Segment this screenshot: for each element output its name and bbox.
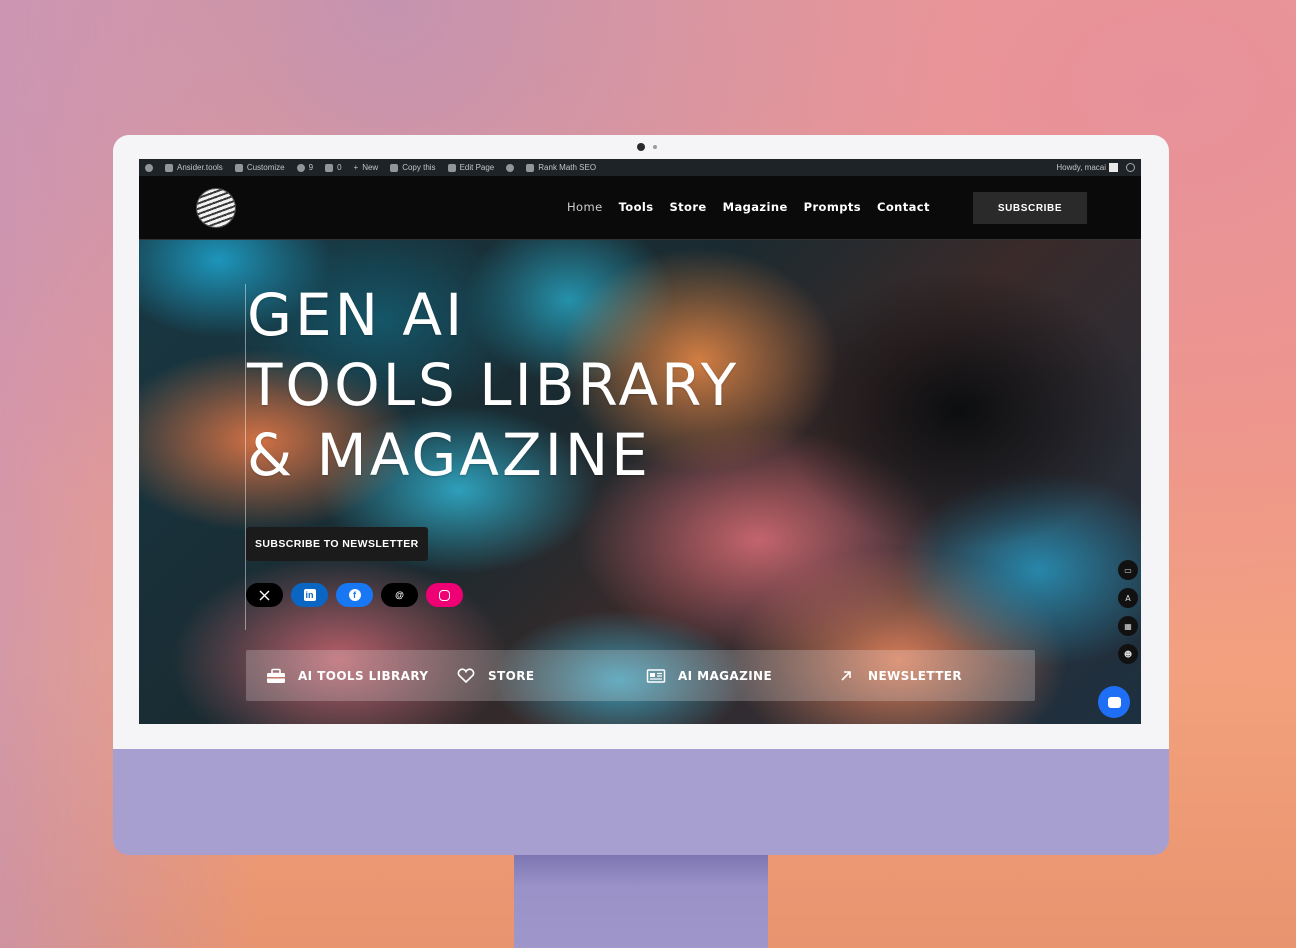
customize-label: Customize	[246, 163, 285, 172]
facebook-icon: f	[348, 589, 361, 601]
edit-page-label: Edit Page	[459, 163, 495, 172]
social-links: in f @	[246, 583, 463, 607]
new-content-link[interactable]: + New	[348, 159, 385, 176]
copy-label: Copy this	[402, 163, 436, 172]
dashboard-icon	[165, 163, 173, 172]
linkedin-icon: in	[303, 589, 316, 601]
instagram-link[interactable]	[426, 583, 463, 607]
search-icon[interactable]	[1126, 163, 1135, 172]
nav-prompts[interactable]: Prompts	[804, 200, 861, 214]
hero-title-line-2: TOOLS LIBRARY	[247, 351, 740, 419]
updates-link[interactable]: 9	[291, 159, 319, 176]
rankmath-link[interactable]: Rank Math SEO	[520, 159, 602, 176]
book-icon[interactable]: ▭	[1118, 560, 1138, 580]
copy-icon	[390, 163, 399, 172]
chat-icon	[1107, 696, 1121, 708]
subscribe-button[interactable]: SUBSCRIBE	[973, 192, 1087, 224]
translate-icon[interactable]: A	[1118, 588, 1138, 608]
facebook-link[interactable]: f	[336, 583, 373, 607]
copy-link[interactable]: Copy this	[384, 159, 441, 176]
customize-link[interactable]: Customize	[229, 159, 291, 176]
toolbox-icon	[266, 668, 286, 684]
signal-icon	[506, 163, 515, 172]
instagram-icon	[439, 589, 450, 601]
site-name-link[interactable]: Ansider.tools	[159, 159, 229, 176]
hero-title-line-3: & MAGAZINE	[247, 421, 651, 489]
monitor-chin	[113, 749, 1169, 855]
nav-magazine[interactable]: Magazine	[723, 200, 788, 214]
quick-link-store[interactable]: STORE	[436, 667, 626, 684]
nav-home[interactable]: Home	[567, 200, 603, 214]
quick-link-newsletter[interactable]: NEWSLETTER	[816, 668, 1006, 684]
site-header: Home Tools Store Magazine Prompts Contac…	[139, 176, 1141, 240]
monitor-bezel: Ansider.tools Customize 9 0 + New Copy th…	[113, 135, 1169, 749]
pencil-icon	[447, 163, 456, 172]
quick-link-magazine-label: AI MAGAZINE	[678, 668, 773, 683]
chat-button[interactable]	[1098, 686, 1130, 718]
threads-link[interactable]: @	[381, 583, 418, 607]
updates-icon	[296, 163, 305, 172]
hero-title-line-1: GEN AI	[247, 281, 466, 349]
avatar[interactable]	[1109, 163, 1118, 172]
heart-icon	[456, 667, 476, 684]
quick-link-magazine[interactable]: AI MAGAZINE	[626, 668, 816, 684]
monitor: Ansider.tools Customize 9 0 + New Copy th…	[113, 135, 1169, 855]
apps-grid-icon[interactable]: ▦	[1118, 616, 1138, 636]
x-icon	[259, 590, 270, 600]
howdy-label[interactable]: Howdy, macai	[1056, 163, 1106, 172]
quick-link-store-label: STORE	[488, 668, 535, 683]
main-nav: Home Tools Store Magazine Prompts Contac…	[567, 200, 930, 214]
threads-icon: @	[395, 590, 404, 600]
quick-link-tools-library-label: AI TOOLS LIBRARY	[298, 668, 429, 683]
new-label: New	[362, 163, 379, 172]
monitor-stand	[514, 855, 768, 948]
side-toolbar: ▭ A ▦ ☻	[1115, 560, 1141, 664]
quick-link-tools-library[interactable]: AI TOOLS LIBRARY	[246, 668, 436, 684]
site-logo[interactable]	[197, 189, 235, 227]
brush-icon	[234, 163, 243, 172]
bot-icon[interactable]: ☻	[1118, 644, 1138, 664]
subscribe-newsletter-button[interactable]: SUBSCRIBE TO NEWSLETTER	[246, 527, 428, 561]
plus-icon: +	[353, 163, 359, 172]
screen: Ansider.tools Customize 9 0 + New Copy th…	[139, 159, 1141, 724]
nav-store[interactable]: Store	[669, 200, 706, 214]
admin-bar: Ansider.tools Customize 9 0 + New Copy th…	[139, 159, 1141, 176]
comment-icon	[325, 163, 334, 172]
rankmath-label: Rank Math SEO	[538, 163, 597, 172]
wifi-link[interactable]	[500, 159, 520, 176]
comments-count: 0	[337, 163, 342, 172]
newspaper-icon	[646, 668, 666, 684]
wordpress-icon	[145, 163, 153, 172]
hero-divider	[245, 284, 246, 630]
updates-count: 9	[308, 163, 314, 172]
edit-page-link[interactable]: Edit Page	[442, 159, 501, 176]
x-link[interactable]	[246, 583, 283, 607]
camera-sensor	[653, 145, 657, 149]
quick-links-bar: AI TOOLS LIBRARY STORE AI MAGAZINE NEWSL…	[246, 650, 1035, 701]
hero-title: GEN AI TOOLS LIBRARY & MAGAZINE	[247, 280, 739, 490]
rankmath-icon	[526, 163, 535, 172]
linkedin-link[interactable]: in	[291, 583, 328, 607]
nav-tools[interactable]: Tools	[619, 200, 654, 214]
admin-bar-right: Howdy, macai	[1056, 163, 1141, 172]
comments-link[interactable]: 0	[319, 159, 347, 176]
site-name-label: Ansider.tools	[177, 163, 223, 172]
camera-icon	[637, 143, 645, 151]
quick-link-newsletter-label: NEWSLETTER	[868, 668, 963, 683]
arrow-up-right-icon	[836, 668, 856, 684]
hero: GEN AI TOOLS LIBRARY & MAGAZINE SUBSCRIB…	[139, 240, 1141, 724]
wordpress-menu[interactable]	[139, 159, 159, 176]
nav-contact[interactable]: Contact	[877, 200, 930, 214]
